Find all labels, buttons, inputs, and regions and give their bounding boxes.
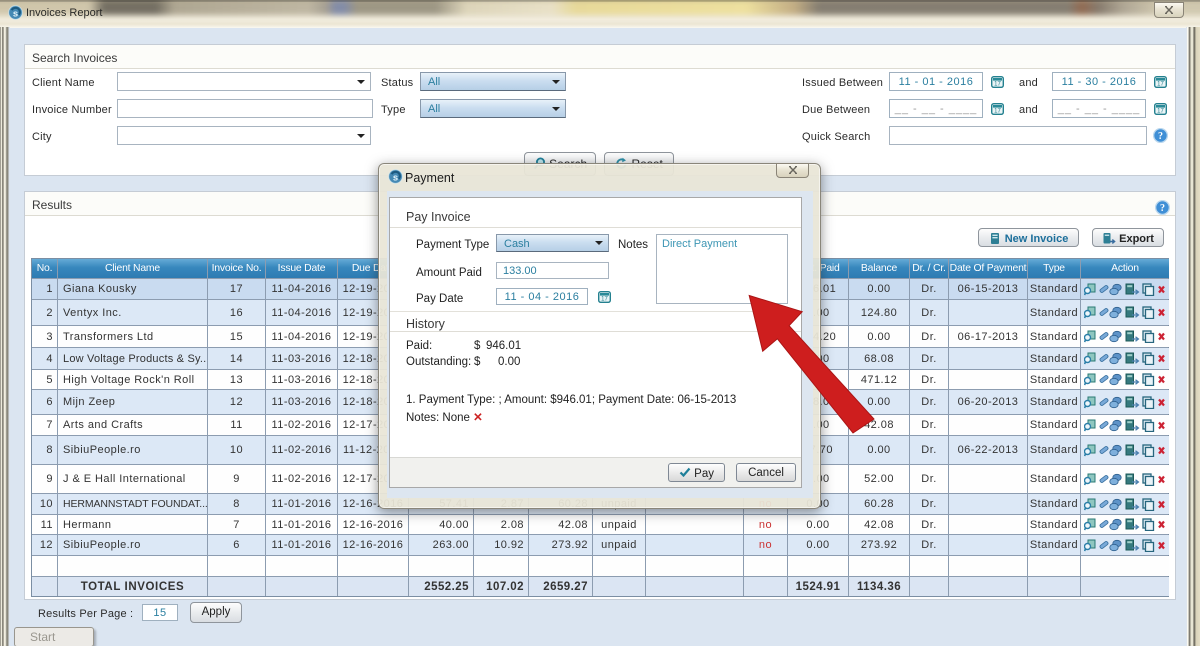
svg-text:?: ? — [1158, 131, 1163, 142]
svg-text:17: 17 — [994, 82, 1001, 88]
svg-text:s: s — [13, 8, 18, 18]
svg-text:?: ? — [1160, 203, 1165, 214]
svg-text:s: s — [393, 172, 398, 182]
svg-text:17: 17 — [601, 297, 608, 303]
svg-text:17: 17 — [994, 109, 1001, 115]
svg-text:17: 17 — [1157, 109, 1164, 115]
svg-text:17: 17 — [1157, 82, 1164, 88]
